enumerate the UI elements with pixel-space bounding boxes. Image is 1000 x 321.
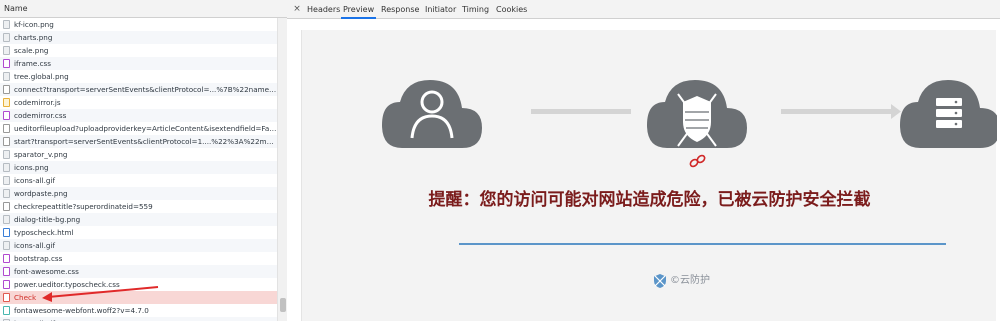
request-name: typoscheck.html <box>14 228 74 237</box>
request-row[interactable]: bootstrap.css <box>0 252 277 265</box>
request-row[interactable]: icons.png <box>0 161 277 174</box>
img-file-icon <box>3 150 10 159</box>
tab-initiator[interactable]: Initiator <box>423 0 458 19</box>
request-row[interactable]: wordpaste.png <box>0 187 277 200</box>
request-name: start?transport=serverSentEvents&clientP… <box>14 137 277 146</box>
err-file-icon <box>3 293 10 302</box>
request-name: iframe.css <box>14 59 52 68</box>
html-file-icon <box>3 228 10 237</box>
request-row[interactable]: charts.png <box>0 31 277 44</box>
css-file-icon <box>3 280 10 289</box>
devtools-window: Name kf-icon.png charts.png scale.png ifram… <box>0 0 1000 321</box>
css-file-icon <box>3 254 10 263</box>
flow-arrow-right <box>781 104 901 119</box>
request-name: power.ueditor.typoscheck.css <box>14 280 120 289</box>
request-name: connect?transport=serverSentEvents&clien… <box>14 85 277 94</box>
request-name: codemirror.css <box>14 111 67 120</box>
request-row[interactable]: tree.global.png <box>0 70 277 83</box>
request-row[interactable]: checkrepeattitle?superordinateid=559 <box>0 200 277 213</box>
img-file-icon <box>3 20 10 29</box>
request-row[interactable]: fontawesome-webfont.woff2?v=4.7.0 <box>0 304 277 317</box>
request-name: wordpaste.png <box>14 189 68 198</box>
security-warning-text: 提醒：您的访问可能对网站造成危险，已被云防护安全拦截 <box>428 190 871 210</box>
request-row-selected[interactable]: Check <box>0 291 277 304</box>
img-file-icon <box>3 176 10 185</box>
request-row[interactable]: font-awesome.css <box>0 265 277 278</box>
scrollbar-thumb[interactable] <box>280 298 286 312</box>
request-name: codemirror.js <box>14 98 61 107</box>
request-details-panel: × Headers Preview Response Initiator Tim… <box>287 0 1000 321</box>
request-row[interactable]: kf-icon.png <box>0 18 277 31</box>
request-name: icons-all.gif <box>14 317 277 321</box>
tab-headers[interactable]: Headers <box>305 0 342 19</box>
request-row[interactable]: ueditorfileupload?uploadproviderkey=Arti… <box>0 122 277 135</box>
divider-line <box>459 243 946 245</box>
shield-logo-icon <box>654 274 666 288</box>
brand-text: ©云防护 <box>670 275 710 286</box>
doc-file-icon <box>3 137 10 146</box>
preview-pane: 提醒：您的访问可能对网站造成危险，已被云防护安全拦截 ©云防护 <box>301 30 997 321</box>
request-rows: kf-icon.png charts.png scale.png iframe.css… <box>0 18 277 321</box>
img-file-icon <box>3 72 10 81</box>
css-file-icon <box>3 267 10 276</box>
request-row[interactable]: power.ueditor.typoscheck.css <box>0 278 277 291</box>
request-row[interactable]: iframe.css <box>0 57 277 70</box>
server-cloud-icon <box>900 80 997 148</box>
request-name: icons.png <box>14 163 49 172</box>
request-name: ueditorfileupload?uploadproviderkey=Arti… <box>14 124 277 133</box>
img-file-icon <box>3 33 10 42</box>
request-name: scale.png <box>14 46 49 55</box>
img-file-icon <box>3 189 10 198</box>
doc-file-icon <box>3 85 10 94</box>
request-name: checkrepeattitle?superordinateid=559 <box>14 202 153 211</box>
request-row[interactable]: scale.png <box>0 44 277 57</box>
request-row[interactable]: codemirror.js <box>0 96 277 109</box>
js-file-icon <box>3 98 10 107</box>
font-file-icon <box>3 306 10 315</box>
img-file-icon <box>3 215 10 224</box>
request-name: bootstrap.css <box>14 254 63 263</box>
request-row[interactable]: icons-all.gif <box>0 317 277 321</box>
request-name: sparator_v.png <box>14 150 68 159</box>
name-column-header[interactable]: Name <box>0 0 287 18</box>
request-row[interactable]: connect?transport=serverSentEvents&clien… <box>0 83 277 96</box>
request-row[interactable]: icons-all.gif <box>0 174 277 187</box>
request-name: charts.png <box>14 33 53 42</box>
shield-cloud-icon <box>647 80 747 148</box>
security-illustration <box>382 80 997 168</box>
request-name: icons-all.gif <box>14 241 56 250</box>
doc-file-icon <box>3 124 10 133</box>
tab-cookies[interactable]: Cookies <box>494 0 529 19</box>
request-name: Check <box>14 293 37 302</box>
request-name: fontawesome-webfont.woff2?v=4.7.0 <box>14 306 149 315</box>
close-icon[interactable]: × <box>291 3 303 15</box>
css-file-icon <box>3 59 10 68</box>
request-row[interactable]: sparator_v.png <box>0 148 277 161</box>
network-request-list: Name kf-icon.png charts.png scale.png ifram… <box>0 0 287 321</box>
tab-response[interactable]: Response <box>379 0 421 19</box>
css-file-icon <box>3 111 10 120</box>
img-file-icon <box>3 241 10 250</box>
request-name: dialog-title-bg.png <box>14 215 81 224</box>
request-list-scrollbar[interactable] <box>277 18 287 321</box>
request-row[interactable]: codemirror.css <box>0 109 277 122</box>
tab-preview[interactable]: Preview <box>341 0 377 19</box>
request-name: kf-icon.png <box>14 20 54 29</box>
request-name: tree.global.png <box>14 72 69 81</box>
name-column-label: Name <box>4 4 28 13</box>
user-cloud-icon <box>382 80 482 148</box>
request-row[interactable]: icons-all.gif <box>0 239 277 252</box>
broken-link-icon <box>689 154 706 168</box>
details-tabbar: × Headers Preview Response Initiator Tim… <box>287 0 1000 19</box>
request-row[interactable]: dialog-title-bg.png <box>0 213 277 226</box>
request-name: font-awesome.css <box>14 267 79 276</box>
flow-arrow-left <box>531 109 631 114</box>
request-row[interactable]: start?transport=serverSentEvents&clientP… <box>0 135 277 148</box>
img-file-icon <box>3 46 10 55</box>
doc-file-icon <box>3 202 10 211</box>
request-name: icons-all.gif <box>14 176 56 185</box>
img-file-icon <box>3 163 10 172</box>
request-row[interactable]: typoscheck.html <box>0 226 277 239</box>
tab-timing[interactable]: Timing <box>460 0 491 19</box>
